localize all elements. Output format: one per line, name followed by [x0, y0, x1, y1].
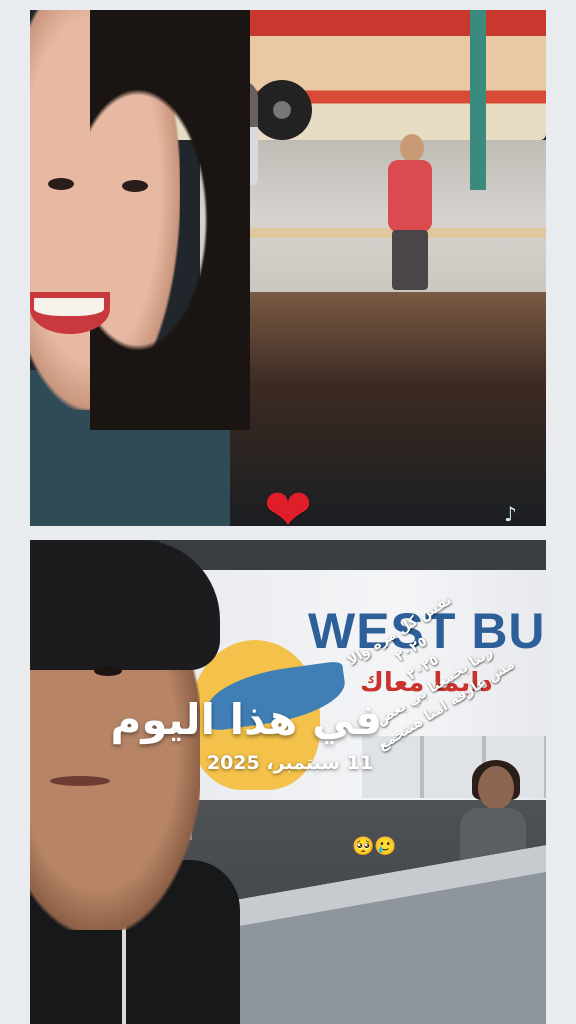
green-pole [470, 10, 486, 190]
man-mouth [50, 776, 110, 786]
curb [230, 228, 546, 238]
girl-red-top [388, 160, 432, 232]
girl-legs [392, 230, 428, 290]
teeth [34, 298, 104, 316]
right-eye [122, 180, 148, 192]
black-cap [30, 540, 220, 670]
left-eye [48, 178, 74, 190]
top-photo: ♪ [30, 10, 546, 526]
girl-head [400, 134, 424, 162]
curly-hair [90, 10, 250, 430]
bus-wheel [252, 80, 312, 140]
emoji-icons: 🥺🥲 [352, 836, 397, 857]
man-eye [94, 666, 122, 676]
tiktok-logo-icon: ♪ [504, 502, 517, 526]
heart-icon: ❤ [263, 476, 313, 544]
